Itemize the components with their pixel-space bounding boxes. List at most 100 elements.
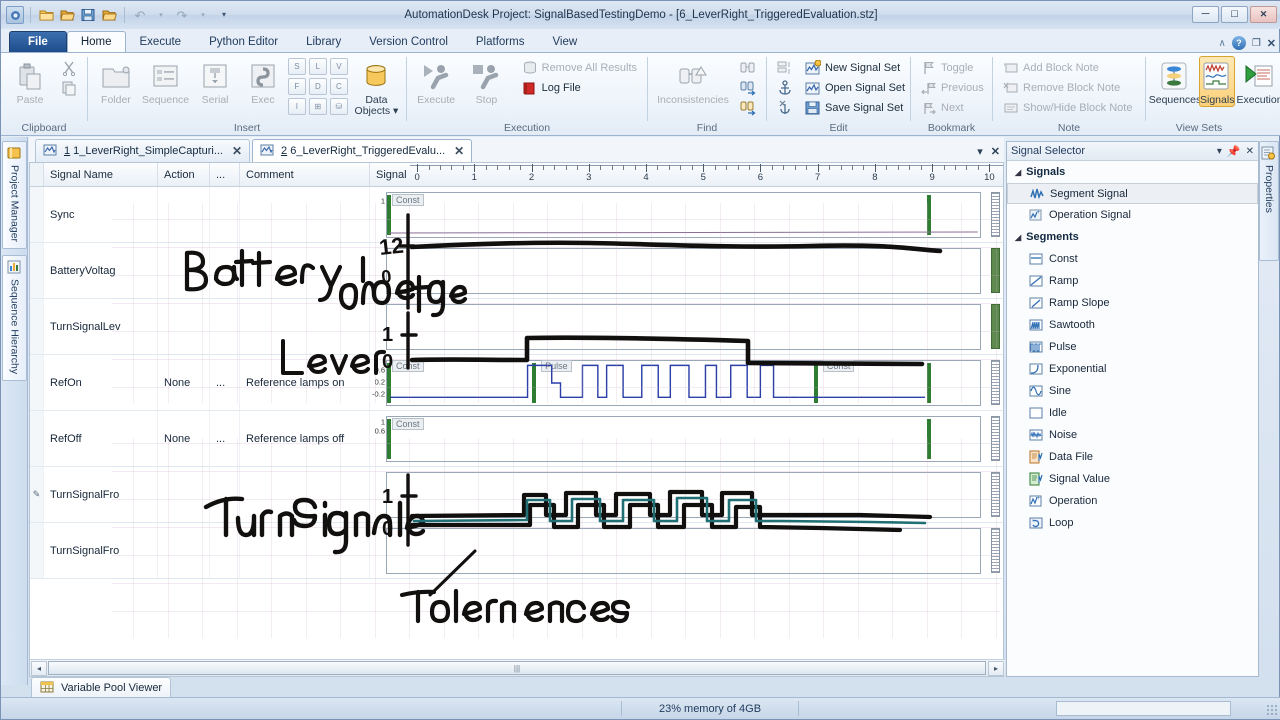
log-file-button[interactable]: Log File xyxy=(517,78,642,97)
insert-exec-button[interactable]: Exec xyxy=(240,56,286,107)
table-row[interactable]: RefOn None ... Reference lamps on 0.6 0.… xyxy=(30,355,1003,411)
grid-header-signal[interactable]: Signal xyxy=(370,163,410,186)
panel-dropdown-icon[interactable]: ▾ xyxy=(1217,146,1222,157)
row-plot[interactable]: 1 0.6 Const xyxy=(370,411,1003,466)
row-dots[interactable] xyxy=(210,523,240,578)
document-tab-dropdown-icon[interactable]: ▾ xyxy=(977,145,983,158)
segment-item-signal-value[interactable]: Signal Value xyxy=(1007,468,1258,490)
ribbon-tab-view[interactable]: View xyxy=(538,31,591,52)
segment-item-operation[interactable]: + Operation xyxy=(1007,490,1258,512)
signal-selector-group-signals[interactable]: ◢ Signals xyxy=(1007,161,1258,183)
segment-item-idle[interactable]: Idle xyxy=(1007,402,1258,424)
row-dots[interactable]: ... xyxy=(210,355,240,410)
plot-vertical-scale[interactable] xyxy=(991,528,1000,573)
signal-item-operation-signal[interactable]: + Operation Signal xyxy=(1007,204,1258,226)
segment-item-data-file[interactable]: Data File xyxy=(1007,446,1258,468)
maximize-button[interactable]: ☐ xyxy=(1221,6,1248,23)
scroll-right-button[interactable]: ▸ xyxy=(988,660,1004,676)
row-dots[interactable] xyxy=(210,299,240,354)
row-dots[interactable] xyxy=(210,467,240,522)
document-tab-2-close[interactable]: ✕ xyxy=(454,144,464,158)
mini-button-c[interactable]: C xyxy=(329,78,348,95)
mini-button-database[interactable]: ⛁ xyxy=(329,98,348,115)
horizontal-scrollbar[interactable]: ◂ ||| ▸ xyxy=(30,659,1005,676)
row-selector[interactable] xyxy=(30,299,44,354)
mini-button-table[interactable]: ⊞ xyxy=(308,98,327,115)
new-project-icon[interactable] xyxy=(37,6,55,24)
sequence-hierarchy-tab[interactable]: Sequence Hierarchy xyxy=(2,255,27,382)
plot-vertical-scale[interactable] xyxy=(991,472,1000,517)
segment-item-ramp[interactable]: Ramp xyxy=(1007,270,1258,292)
save-icon[interactable] xyxy=(79,6,97,24)
plot-vertical-scale[interactable] xyxy=(991,248,1000,293)
app-menu-icon[interactable] xyxy=(6,6,24,24)
properties-tab[interactable]: Properties xyxy=(1259,141,1279,261)
row-dots[interactable] xyxy=(210,243,240,298)
mini-button-i[interactable]: I xyxy=(287,98,306,115)
document-tab-1-close[interactable]: ✕ xyxy=(232,144,242,158)
save-signal-set-button[interactable]: Save Signal Set xyxy=(800,98,910,117)
ribbon-tab-library[interactable]: Library xyxy=(292,31,355,52)
find-warning-button[interactable] xyxy=(735,98,761,117)
plot-vertical-scale[interactable] xyxy=(991,416,1000,461)
bookmark-next-button[interactable]: Next xyxy=(916,98,989,117)
row-plot[interactable] xyxy=(370,299,1003,354)
resize-grip[interactable] xyxy=(1266,704,1278,716)
find-next-button[interactable] xyxy=(735,78,761,97)
grid-header-signal-name[interactable]: Signal Name xyxy=(44,163,158,186)
row-plot[interactable] xyxy=(370,243,1003,298)
ribbon-tab-home[interactable]: Home xyxy=(66,31,126,52)
scroll-left-button[interactable]: ◂ xyxy=(31,660,47,676)
anchor-button[interactable] xyxy=(772,78,798,97)
insert-serial-button[interactable]: Serial xyxy=(192,56,238,107)
segment-item-pulse[interactable]: Pulse xyxy=(1007,336,1258,358)
mini-button-l[interactable]: L xyxy=(308,58,327,75)
remove-all-results-button[interactable]: Remove All Results xyxy=(517,58,642,77)
panel-close-icon[interactable]: ✕ xyxy=(1246,146,1254,157)
row-dots[interactable] xyxy=(210,187,240,242)
plot-vertical-scale[interactable] xyxy=(991,304,1000,349)
segment-item-noise[interactable]: Noise xyxy=(1007,424,1258,446)
variable-pool-viewer-tab[interactable]: Variable Pool Viewer xyxy=(31,677,172,697)
row-selector[interactable] xyxy=(30,411,44,466)
sequences-view-button[interactable]: Sequences xyxy=(1149,56,1201,107)
table-row[interactable]: ✎ TurnSignalFro xyxy=(30,467,1003,523)
row-selector[interactable] xyxy=(30,187,44,242)
table-row[interactable]: TurnSignalFro xyxy=(30,523,1003,579)
table-row[interactable]: TurnSignalLev xyxy=(30,299,1003,355)
segment-item-ramp-slope[interactable]: Ramp Slope xyxy=(1007,292,1258,314)
insert-sequence-button[interactable]: Sequence xyxy=(141,56,190,107)
plot-vertical-scale[interactable] xyxy=(991,192,1000,237)
open-project-icon[interactable] xyxy=(58,6,76,24)
window-restore-icon[interactable]: ❐ xyxy=(1252,38,1261,49)
remove-block-note-button[interactable]: Remove Block Note xyxy=(998,78,1137,97)
row-dots[interactable]: ... xyxy=(210,411,240,466)
ribbon-tab-version-control[interactable]: Version Control xyxy=(355,31,462,52)
find-button[interactable] xyxy=(735,58,761,77)
ribbon-collapse-icon[interactable]: ∧ xyxy=(1218,38,1225,49)
table-row[interactable]: RefOff None ... Reference lamps off 1 0.… xyxy=(30,411,1003,467)
paste-button[interactable]: Paste xyxy=(6,56,54,107)
plot-vertical-scale[interactable] xyxy=(991,360,1000,405)
row-plot[interactable] xyxy=(370,467,1003,522)
segment-item-exponential[interactable]: Exponential xyxy=(1007,358,1258,380)
anchor-cut-button[interactable] xyxy=(772,98,798,117)
bookmark-previous-button[interactable]: Previous xyxy=(916,78,989,97)
grid-header-dots[interactable]: ... xyxy=(210,163,240,186)
signal-selector-group-segments[interactable]: ◢ Segments xyxy=(1007,226,1258,248)
mini-button-f[interactable]: F xyxy=(287,78,306,95)
close-button[interactable]: ✕ xyxy=(1250,6,1277,23)
execution-view-button[interactable]: Execution xyxy=(1235,56,1280,107)
execute-button[interactable]: Execute xyxy=(412,56,460,107)
ribbon-tab-platforms[interactable]: Platforms xyxy=(462,31,539,52)
row-selector[interactable]: ✎ xyxy=(30,467,44,522)
document-tab-close-icon[interactable]: ✕ xyxy=(991,145,1000,158)
show-hide-block-note-button[interactable]: Show/Hide Block Note xyxy=(998,98,1137,117)
project-manager-tab[interactable]: Project Manager xyxy=(2,141,27,250)
inconsistencies-button[interactable]: Inconsistencies xyxy=(653,56,733,107)
segment-item-loop[interactable]: Loop xyxy=(1007,512,1258,534)
segment-tag[interactable]: Const xyxy=(392,418,424,430)
row-plot[interactable]: 0.6 0.2 -0.2 Const Pulse Const xyxy=(370,355,1003,410)
row-selector[interactable] xyxy=(30,243,44,298)
sort-button[interactable] xyxy=(772,58,798,77)
